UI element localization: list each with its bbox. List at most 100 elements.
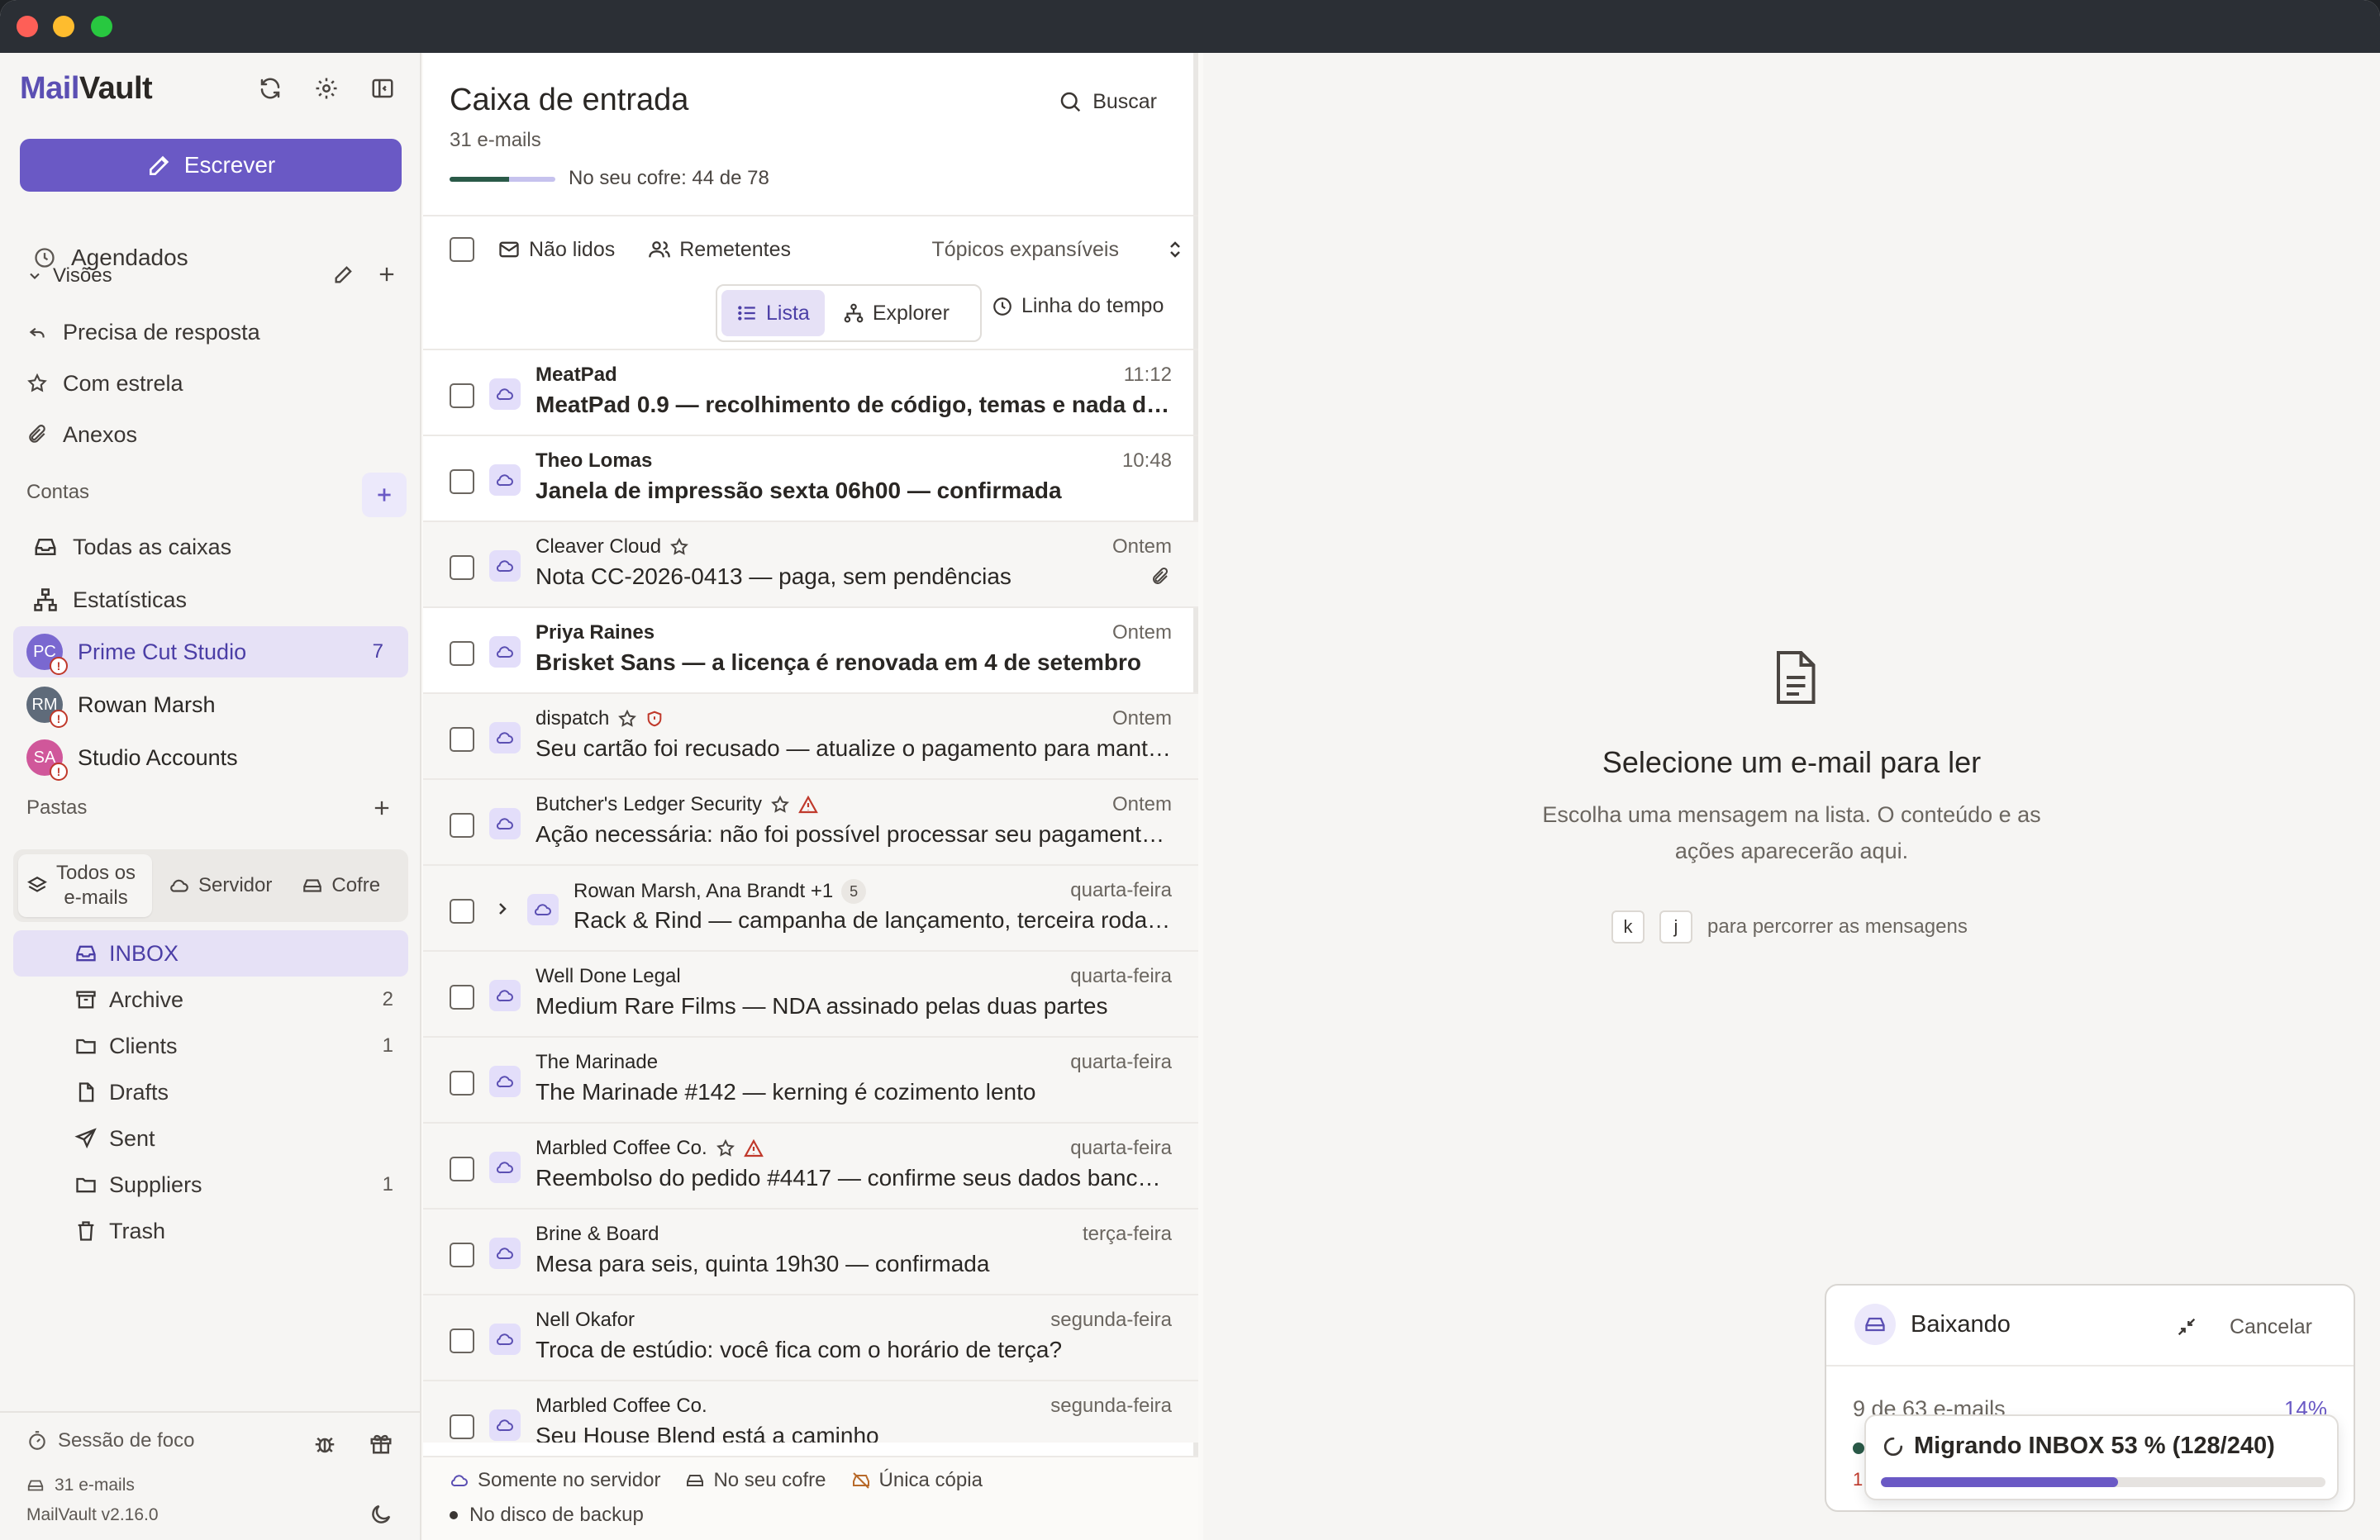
cloud-icon	[489, 1324, 521, 1355]
folder-suppliers[interactable]: Suppliers 1	[13, 1162, 408, 1208]
message-row[interactable]: Nell Okafor segunda-feira Troca de estúdio…	[423, 1295, 1198, 1381]
minimize-window-button[interactable]	[53, 16, 74, 37]
focus-session-button[interactable]: Sessão de foco	[26, 1429, 194, 1452]
message-checkbox[interactable]	[450, 641, 474, 666]
view-needs-reply[interactable]: Precisa de resposta	[26, 309, 260, 355]
message-checkbox[interactable]	[450, 469, 474, 494]
statistics[interactable]: Estatísticas	[33, 577, 187, 623]
view-label: Anexos	[63, 421, 138, 447]
views-section-header[interactable]: Visões	[26, 264, 112, 288]
message-row[interactable]: Marbled Coffee Co. quarta-feira Reembolso …	[423, 1124, 1198, 1210]
sender-name: Butcher's Ledger Security	[536, 793, 763, 815]
view-starred[interactable]: Com estrela	[26, 360, 183, 406]
gear-icon[interactable]	[312, 74, 340, 102]
folder-label: Suppliers	[109, 1172, 202, 1197]
moon-icon[interactable]	[369, 1502, 393, 1527]
add-view-icon[interactable]	[375, 263, 398, 286]
view-attachments[interactable]: Anexos	[26, 411, 137, 458]
star-icon[interactable]	[770, 795, 790, 815]
folder-clients[interactable]: Clients 1	[13, 1023, 408, 1069]
topics-select[interactable]: Tópicos expansíveis	[931, 238, 1185, 262]
zoom-window-button[interactable]	[91, 16, 112, 37]
account-prime-cut-studio[interactable]: PC! Prime Cut Studio 7	[13, 626, 408, 677]
clock-icon	[993, 297, 1011, 316]
title-bar	[0, 0, 2380, 53]
view-timeline-tab[interactable]: Linha do tempo	[992, 294, 1164, 318]
message-row[interactable]: Butcher's Ledger Security Ontem Ação neces…	[423, 780, 1198, 866]
message-checkbox[interactable]	[450, 985, 474, 1010]
avatar: RM!	[26, 687, 68, 728]
bug-icon[interactable]	[312, 1431, 337, 1456]
account-name: Studio Accounts	[78, 744, 238, 770]
add-account-button[interactable]	[362, 473, 407, 517]
message-row[interactable]: Theo Lomas 10:48 Janela de impressão sexta…	[423, 436, 1198, 522]
folder-drafts[interactable]: Drafts	[13, 1069, 408, 1115]
folder-label: Trash	[109, 1218, 166, 1243]
select-all-checkbox[interactable]	[450, 237, 474, 262]
message-sender: Nell Okafor	[536, 1309, 635, 1332]
message-time: quarta-feira	[1070, 1137, 1172, 1159]
message-row[interactable]: dispatch Ontem Seu cartão foi recusado — a…	[423, 694, 1198, 780]
message-row[interactable]: Rowan Marsh, Ana Brandt +1 5 quarta-feira R…	[423, 866, 1198, 952]
message-checkbox[interactable]	[450, 1071, 474, 1096]
message-checkbox[interactable]	[450, 1414, 474, 1439]
message-row[interactable]: MeatPad 11:12 MeatPad 0.9 — recolhimento d…	[423, 350, 1198, 436]
download-header: Baixando	[1854, 1304, 2011, 1345]
star-icon[interactable]	[617, 709, 637, 729]
star-icon[interactable]	[669, 537, 689, 557]
message-row[interactable]: Cleaver Cloud Ontem Nota CC-2026-0413 — pa…	[423, 522, 1198, 608]
folder-inbox[interactable]: INBOX	[13, 930, 408, 977]
chevron-right-icon[interactable]	[493, 899, 512, 919]
vault-progress-text: No seu cofre: 44 de 78	[569, 167, 769, 189]
folder-sent[interactable]: Sent	[13, 1115, 408, 1162]
message-sender: Butcher's Ledger Security	[536, 793, 818, 816]
topics-label: Tópicos expansíveis	[931, 237, 1119, 261]
message-checkbox[interactable]	[450, 1243, 474, 1267]
message-row[interactable]: Well Done Legal quarta-feira Medium Rare F…	[423, 952, 1198, 1038]
all-inboxes[interactable]: Todas as caixas	[33, 524, 231, 570]
key-j: j	[1659, 910, 1692, 943]
message-checkbox[interactable]	[450, 727, 474, 752]
folder-archive[interactable]: Archive 2	[13, 977, 408, 1023]
message-checkbox[interactable]	[450, 899, 474, 924]
scope-vault[interactable]: Cofre	[288, 854, 393, 917]
message-row[interactable]: Brine & Board terça-feira Mesa para seis, …	[423, 1210, 1198, 1295]
message-row[interactable]: The Marinade quarta-feira The Marinade #14…	[423, 1038, 1198, 1124]
view-label: Lista	[766, 301, 810, 325]
scope-all-emails[interactable]: Todos os e-mails	[18, 854, 152, 917]
message-row[interactable]: Marbled Coffee Co. segunda-feira Seu House…	[423, 1381, 1198, 1443]
collapse-sidebar-icon[interactable]	[369, 74, 397, 102]
cloud-icon	[489, 722, 521, 753]
cloud-icon	[170, 879, 188, 892]
refresh-icon[interactable]	[256, 74, 284, 102]
view-explorer-tab[interactable]: Explorer	[828, 290, 964, 336]
cancel-download-button[interactable]: Cancelar	[2230, 1315, 2312, 1339]
scope-server[interactable]: Servidor	[155, 854, 285, 917]
account-studio-accounts[interactable]: SA! Studio Accounts	[13, 732, 408, 783]
cloud-icon	[489, 980, 521, 1011]
collapse-icon[interactable]	[2175, 1315, 2198, 1338]
star-icon[interactable]	[716, 1138, 735, 1158]
message-row[interactable]: Priya Raines Ontem Brisket Sans — a licenç…	[423, 608, 1198, 694]
accounts-title: Contas	[26, 481, 90, 503]
message-sender: Theo Lomas	[536, 449, 652, 473]
search-button[interactable]: Buscar	[1058, 89, 1157, 114]
message-checkbox[interactable]	[450, 1157, 474, 1181]
message-checkbox[interactable]	[450, 813, 474, 838]
view-mode-switcher: Lista Explorer	[716, 284, 982, 342]
gift-icon[interactable]	[369, 1431, 393, 1456]
close-window-button[interactable]	[17, 16, 38, 37]
edit-views-icon[interactable]	[332, 263, 355, 286]
compose-button[interactable]: Escrever	[20, 139, 402, 192]
folder-trash[interactable]: Trash	[13, 1208, 408, 1254]
message-checkbox[interactable]	[450, 1328, 474, 1353]
view-list-tab[interactable]: Lista	[721, 290, 825, 336]
cloud-icon	[489, 378, 521, 410]
account-rowan-marsh[interactable]: RM! Rowan Marsh	[13, 679, 408, 730]
sender-name: Priya Raines	[536, 621, 655, 644]
message-checkbox[interactable]	[450, 555, 474, 580]
filter-unread[interactable]: Não lidos	[497, 238, 615, 262]
message-checkbox[interactable]	[450, 383, 474, 408]
filter-senders[interactable]: Remetentes	[648, 238, 791, 262]
add-folder-icon[interactable]	[370, 796, 393, 820]
